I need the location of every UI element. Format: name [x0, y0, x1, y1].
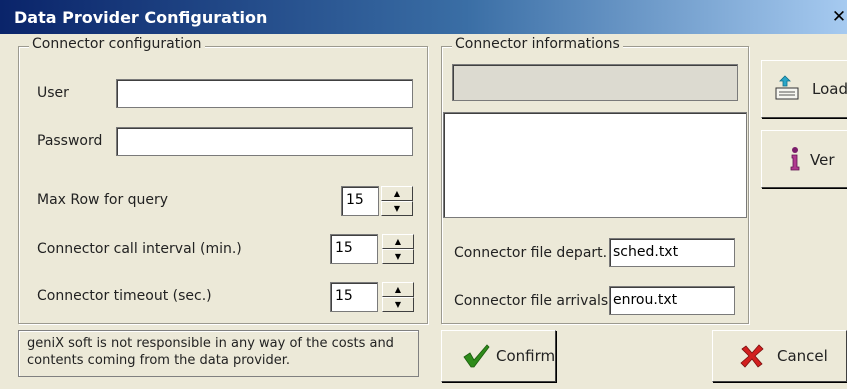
password-field[interactable] [116, 127, 413, 156]
timeout-down-button[interactable]: ▼ [382, 297, 414, 312]
call-interval-label: Connector call interval (min.) [37, 241, 242, 257]
max-row-value[interactable]: 15 [341, 186, 379, 216]
user-field[interactable] [116, 79, 413, 108]
connector-info-field [452, 64, 738, 101]
cancel-button-label: Cancel [777, 347, 828, 365]
info-icon [788, 146, 802, 176]
keyboard-upload-icon [774, 74, 802, 106]
password-label: Password [37, 133, 103, 149]
max-row-down-button[interactable]: ▼ [381, 201, 413, 216]
confirm-button[interactable]: Confirm [441, 330, 556, 382]
disclaimer-line-1: geniX soft is not responsible in any way… [27, 336, 394, 351]
timeout-label: Connector timeout (sec.) [37, 288, 212, 304]
connector-configuration-legend: Connector configuration [29, 36, 205, 52]
confirm-button-label: Confirm [496, 347, 556, 365]
file-depart-label: Connector file depart. [454, 245, 608, 261]
dialog-window: Data Provider Configuration ✕ Connector … [0, 0, 847, 389]
checkmark-icon [462, 343, 490, 373]
timeout-value[interactable]: 15 [330, 282, 378, 312]
cross-icon [739, 343, 765, 373]
load-button-label: Load [812, 80, 847, 98]
user-label: User [37, 85, 69, 101]
title-bar[interactable]: Data Provider Configuration ✕ [0, 0, 847, 34]
call-interval-up-button[interactable]: ▲ [382, 234, 414, 249]
cancel-button[interactable]: Cancel [712, 330, 847, 382]
file-arrivals-field[interactable]: enrou.txt [609, 286, 735, 315]
timeout-up-button[interactable]: ▲ [382, 282, 414, 297]
disclaimer-line-2: contents coming from the data provider. [27, 353, 291, 368]
window-title: Data Provider Configuration [14, 8, 268, 27]
connector-info-memo[interactable] [443, 112, 747, 218]
file-depart-value: sched.txt [613, 244, 679, 260]
disclaimer-box: geniX soft is not responsible in any way… [18, 330, 419, 377]
ver-button-label: Ver [810, 151, 835, 169]
close-icon[interactable]: ✕ [829, 8, 847, 28]
load-button[interactable]: Load [761, 60, 847, 118]
file-arrivals-value: enrou.txt [613, 292, 678, 308]
max-row-up-button[interactable]: ▲ [381, 186, 413, 201]
ver-button[interactable]: Ver [761, 130, 847, 188]
file-arrivals-label: Connector file arrivals [454, 293, 609, 309]
file-depart-field[interactable]: sched.txt [609, 238, 735, 267]
call-interval-value[interactable]: 15 [330, 234, 378, 264]
connector-informations-legend: Connector informations [452, 36, 623, 52]
call-interval-down-button[interactable]: ▼ [382, 249, 414, 264]
max-row-label: Max Row for query [37, 192, 169, 208]
